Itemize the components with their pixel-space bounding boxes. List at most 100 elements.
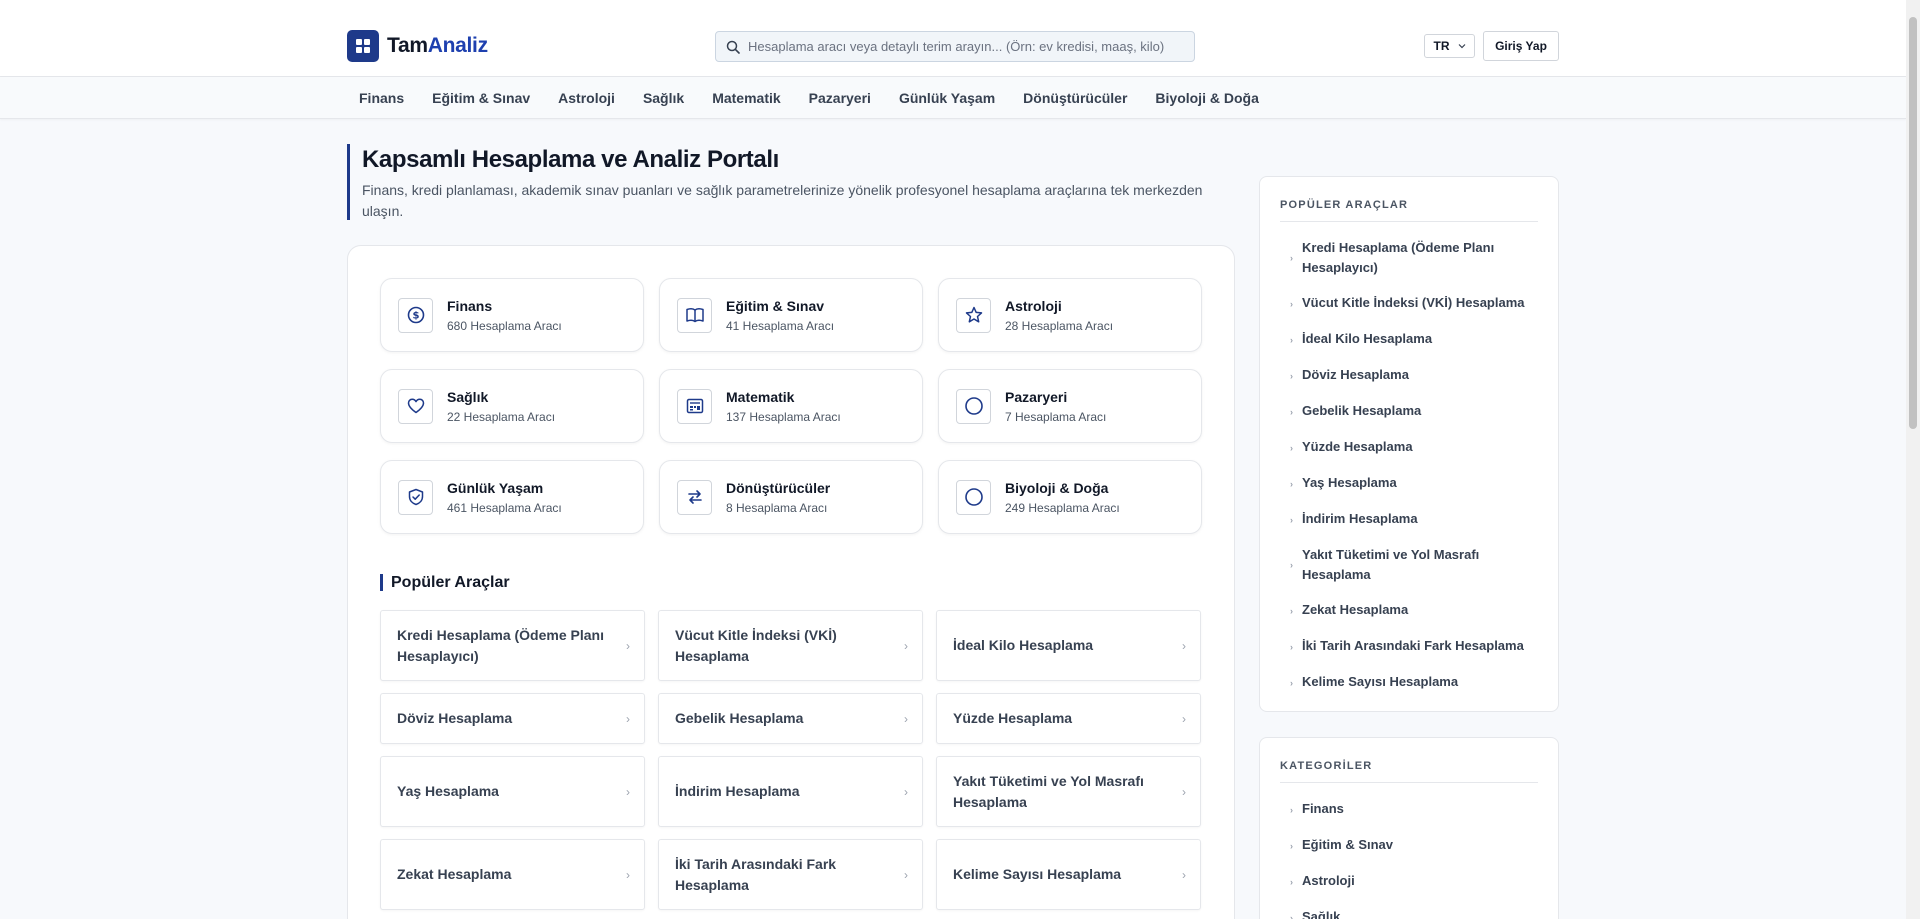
sidebar-heading-categories: KATEGORİLER [1280,738,1538,783]
category-count: 22 Hesaplama Aracı [447,409,556,424]
chevron-right-icon: › [904,711,908,726]
tool-label: İki Tarih Arasındaki Fark Hesaplama [675,855,837,893]
search-icon [726,40,740,54]
category-card-egitim[interactable]: Eğitim & Sınav 41 Hesaplama Aracı [659,278,923,352]
tool-card-ideal-kilo[interactable]: İdeal Kilo Hesaplama › [936,610,1201,681]
nav-item-astroloji[interactable]: Astroloji [558,90,615,106]
language-select[interactable]: TR [1424,34,1475,58]
category-name: Biyoloji & Doğa [1005,479,1109,496]
category-name: Günlük Yaşam [447,479,544,496]
search-box[interactable] [715,31,1195,62]
circle-icon [956,479,991,515]
category-count: 28 Hesaplama Aracı [1005,318,1114,333]
tool-card-yakit[interactable]: Yakıt Tüketimi ve Yol Masrafı Hesaplama › [936,756,1201,827]
popular-tools-grid: Kredi Hesaplama (Ödeme Planı Hesaplayıcı… [380,610,1201,910]
site-logo[interactable]: TamAnaliz [347,30,488,62]
tool-label: İndirim Hesaplama [675,783,800,799]
sidebar-categories: KATEGORİLER › Finans › Eğitim & Sınav › Ast… [1259,737,1559,919]
sidebar-item-yakit[interactable]: › Yakıt Tüketimi ve Yol Masrafı Hesaplama [1280,541,1538,596]
chevron-right-icon: › [904,638,908,653]
sidebar-popular-tools: POPÜLER ARAÇLAR › Kredi Hesaplama (Ödeme … [1259,176,1559,712]
main-nav: Finans Eğitim & Sınav Astroloji Sağlık M… [0,77,1906,119]
chevron-right-icon: › [1290,479,1293,489]
sidebar-item-doviz[interactable]: › Döviz Hesaplama [1280,361,1538,397]
tool-label: Gebelik Hesaplama [675,710,804,726]
category-card-astroloji[interactable]: Astroloji 28 Hesaplama Aracı [938,278,1202,352]
sidebar-heading-popular: POPÜLER ARAÇLAR [1280,177,1538,222]
nav-item-donusturuculer[interactable]: Dönüştürücüler [1023,90,1127,106]
page-title: Kapsamlı Hesaplama ve Analiz Portalı [362,146,779,173]
nav-item-egitim[interactable]: Eğitim & Sınav [432,90,530,106]
sidebar-category-saglik[interactable]: › Sağlık [1280,903,1538,919]
chevron-right-icon: › [1290,606,1293,616]
chevron-right-icon: › [1182,784,1186,799]
tool-label: Yüzde Hesaplama [953,710,1073,726]
nav-item-gunluk-yasam[interactable]: Günlük Yaşam [899,90,995,106]
category-card-gunluk-yasam[interactable]: Günlük Yaşam 461 Hesaplama Aracı [380,460,644,534]
logo-text: TamAnaliz [387,34,488,57]
tool-card-yas[interactable]: Yaş Hesaplama › [380,756,645,827]
tool-card-yuzde[interactable]: Yüzde Hesaplama › [936,693,1201,744]
calculator-icon [677,388,712,424]
sidebar-category-astroloji[interactable]: › Astroloji [1280,867,1538,903]
category-card-donusturuculer[interactable]: Dönüştürücüler 8 Hesaplama Aracı [659,460,923,534]
chevron-right-icon: › [1290,560,1293,570]
category-card-saglik[interactable]: Sağlık 22 Hesaplama Aracı [380,369,644,443]
sidebar-item-ideal-kilo[interactable]: › İdeal Kilo Hesaplama [1280,325,1538,361]
chevron-right-icon: › [1290,371,1293,381]
sidebar-item-yuzde[interactable]: › Yüzde Hesaplama [1280,433,1538,469]
sidebar-item-zekat[interactable]: › Zekat Hesaplama [1280,596,1538,632]
tool-card-doviz[interactable]: Döviz Hesaplama › [380,693,645,744]
sidebar-category-egitim[interactable]: › Eğitim & Sınav [1280,831,1538,867]
category-card-pazaryeri[interactable]: Pazaryeri 7 Hesaplama Aracı [938,369,1202,443]
tool-label: Yakıt Tüketimi ve Yol Masrafı Hesaplama [953,772,1144,810]
category-name: Eğitim & Sınav [726,297,825,314]
category-card-biyoloji[interactable]: Biyoloji & Doğa 249 Hesaplama Aracı [938,460,1202,534]
chevron-right-icon: › [626,711,630,726]
tool-card-kelime-sayisi[interactable]: Kelime Sayısı Hesaplama › [936,839,1201,910]
chevron-right-icon: › [626,867,630,882]
nav-item-finans[interactable]: Finans [359,90,404,106]
swap-icon [677,479,712,515]
chevron-right-icon: › [1290,299,1293,309]
chevron-right-icon: › [1290,642,1293,652]
category-name: Finans [447,297,493,314]
chevron-right-icon: › [904,784,908,799]
sidebar-item-indirim[interactable]: › İndirim Hesaplama [1280,505,1538,541]
nav-item-saglik[interactable]: Sağlık [643,90,684,106]
sidebar-category-finans[interactable]: › Finans [1280,795,1538,831]
tool-label: Vücut Kitle İndeksi (VKİ) Hesaplama [675,626,837,664]
sidebar-item-kelime-sayisi[interactable]: › Kelime Sayısı Hesaplama [1280,668,1538,704]
tool-card-kredi[interactable]: Kredi Hesaplama (Ödeme Planı Hesaplayıcı… [380,610,645,681]
chevron-right-icon: › [1290,515,1293,525]
category-card-matematik[interactable]: Matematik 137 Hesaplama Aracı [659,369,923,443]
category-count: 41 Hesaplama Aracı [726,318,835,333]
search-input[interactable] [748,39,1188,54]
nav-item-pazaryeri[interactable]: Pazaryeri [809,90,871,106]
tool-card-gebelik[interactable]: Gebelik Hesaplama › [658,693,923,744]
category-name: Astroloji [1005,297,1062,314]
sidebar-item-kredi[interactable]: › Kredi Hesaplama (Ödeme Planı Hesaplayıc… [1280,234,1538,289]
tool-label: İdeal Kilo Hesaplama [953,637,1094,653]
category-name: Matematik [726,388,795,405]
login-button[interactable]: Giriş Yap [1483,31,1559,61]
category-count: 680 Hesaplama Aracı [447,318,562,333]
category-card-finans[interactable]: $ Finans 680 Hesaplama Aracı [380,278,644,352]
page-scrollbar-thumb[interactable] [1909,17,1917,429]
chevron-right-icon: › [1290,913,1293,919]
tool-card-indirim[interactable]: İndirim Hesaplama › [658,756,923,827]
sidebar-item-iki-tarih[interactable]: › İki Tarih Arasındaki Fark Hesaplama [1280,632,1538,668]
nav-item-biyoloji[interactable]: Biyoloji & Doğa [1155,90,1258,106]
tool-card-zekat[interactable]: Zekat Hesaplama › [380,839,645,910]
sidebar-item-yas[interactable]: › Yaş Hesaplama [1280,469,1538,505]
tool-label: Döviz Hesaplama [397,710,513,726]
nav-item-matematik[interactable]: Matematik [712,90,780,106]
chevron-right-icon: › [1290,841,1293,851]
tool-label: Kelime Sayısı Hesaplama [953,866,1122,882]
tool-label: Zekat Hesaplama [397,866,512,882]
tool-card-iki-tarih[interactable]: İki Tarih Arasındaki Fark Hesaplama › [658,839,923,910]
sidebar-item-vki[interactable]: › Vücut Kitle İndeksi (VKİ) Hesaplama [1280,289,1538,325]
tool-card-vki[interactable]: Vücut Kitle İndeksi (VKİ) Hesaplama › [658,610,923,681]
sidebar-item-gebelik[interactable]: › Gebelik Hesaplama [1280,397,1538,433]
chevron-right-icon: › [626,638,630,653]
